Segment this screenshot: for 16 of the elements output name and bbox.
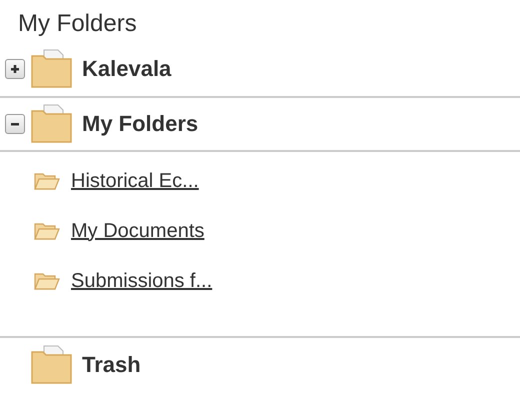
panel-title: My Folders bbox=[17, 9, 138, 39]
folder-icon bbox=[30, 345, 74, 385]
folder-icon bbox=[30, 49, 74, 89]
expand-button[interactable] bbox=[5, 59, 25, 79]
folder-link[interactable]: My Documents bbox=[71, 220, 204, 242]
plus-icon bbox=[10, 64, 20, 74]
folder-link[interactable]: Submissions f... bbox=[71, 270, 212, 292]
folder-icon bbox=[34, 271, 60, 291]
collapse-button[interactable] bbox=[5, 114, 25, 134]
folder-icon bbox=[30, 104, 74, 144]
folder-link[interactable]: Historical Ec... bbox=[71, 170, 199, 192]
folder-label[interactable]: My Folders bbox=[82, 111, 198, 137]
folder-label[interactable]: Kalevala bbox=[82, 56, 172, 82]
folder-icon bbox=[34, 221, 60, 241]
folder-label[interactable]: Trash bbox=[82, 352, 141, 378]
folder-icon bbox=[34, 171, 60, 191]
